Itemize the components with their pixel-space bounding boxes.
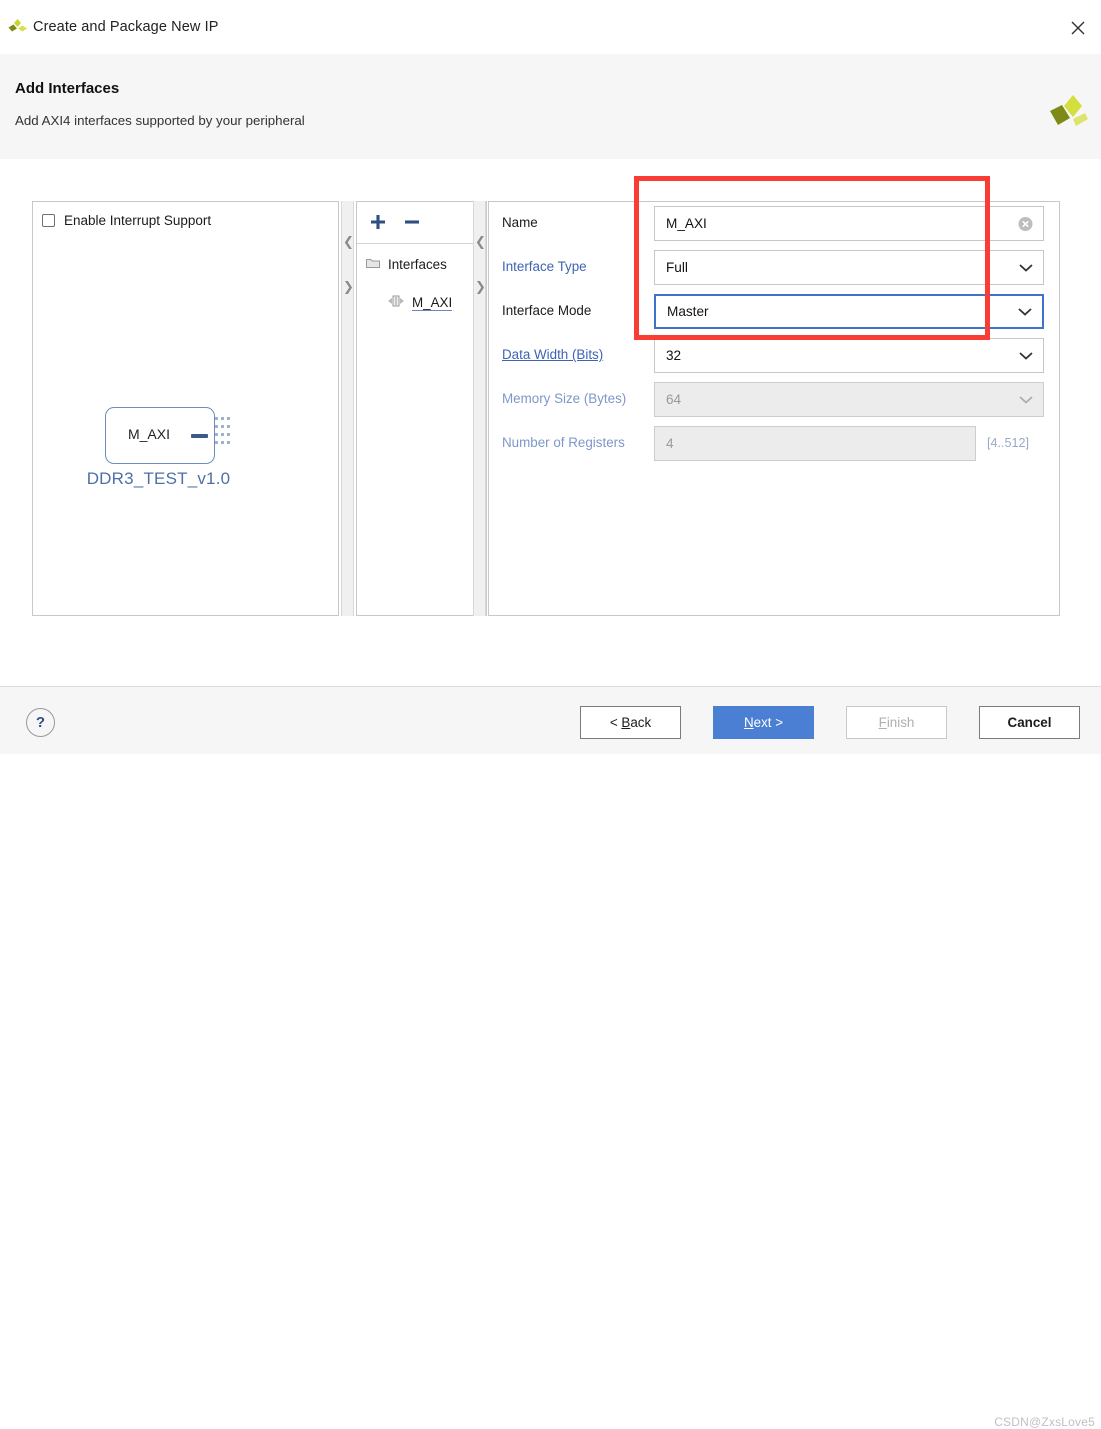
chevron-down-icon[interactable]	[1019, 351, 1033, 360]
checkbox-box[interactable]	[42, 214, 55, 227]
cancel-button-label: Cancel	[1007, 715, 1052, 730]
finish-button-label: Finish	[878, 715, 915, 730]
wizard-footer: ? < Back Next > Finish Cancel CSDN@ZxsLo…	[0, 686, 1101, 1429]
form-row-memory-size: Memory Size (Bytes) 64	[489, 378, 1059, 422]
number-of-registers-value: 4	[666, 436, 674, 451]
splitter-left[interactable]: ❮ ❯	[341, 201, 354, 616]
finish-button: Finish	[846, 706, 947, 739]
form-row-number-of-registers: Number of Registers 4 [4..512]	[489, 422, 1059, 466]
chevron-down-icon[interactable]	[1018, 307, 1032, 316]
chevron-left-icon[interactable]: ❮	[474, 236, 487, 249]
interface-type-select[interactable]: Full	[654, 250, 1044, 285]
interface-mode-label: Interface Mode	[502, 303, 592, 318]
data-width-value: 32	[666, 348, 682, 363]
add-interface-button[interactable]	[369, 213, 387, 234]
interface-type-value: Full	[666, 260, 688, 275]
memory-size-label: Memory Size (Bytes)	[502, 391, 627, 406]
interface-type-label: Interface Type	[502, 259, 587, 274]
window-title-bar: Create and Package New IP	[0, 0, 1101, 55]
remove-interface-button[interactable]	[403, 213, 421, 234]
name-label: Name	[502, 215, 538, 230]
page-title: Add Interfaces	[15, 80, 120, 97]
tree-item-m-axi[interactable]: M_AXI	[388, 294, 453, 311]
ip-block-diagram: M_AXI DDR3_TEST_v1.0	[83, 397, 293, 502]
tree-item-interfaces[interactable]: Interfaces	[366, 257, 447, 272]
chevron-down-icon	[1019, 395, 1033, 404]
data-width-select[interactable]: 32	[654, 338, 1044, 373]
xilinx-logo-icon	[1043, 94, 1089, 140]
back-button[interactable]: < Back	[580, 706, 681, 739]
number-of-registers-label: Number of Registers	[502, 435, 625, 450]
back-button-label: < Back	[609, 715, 652, 730]
interface-mode-value: Master	[667, 304, 709, 319]
ip-name-label: DDR3_TEST_v1.0	[86, 469, 231, 488]
clear-circle-icon[interactable]	[1018, 216, 1033, 231]
wizard-content: Enable Interrupt Support M_AXI DDR3_TEST…	[0, 159, 1101, 686]
checkbox-label: Enable Interrupt Support	[64, 213, 212, 228]
name-input[interactable]: M_AXI	[654, 206, 1044, 241]
enable-interrupt-support-checkbox[interactable]: Enable Interrupt Support	[42, 213, 211, 228]
memory-size-value: 64	[666, 392, 682, 407]
splitter-right[interactable]: ❮ ❯	[473, 201, 486, 616]
form-row-interface-type: Interface Type Full	[489, 246, 1059, 290]
ip-block-pins-icon	[215, 417, 231, 451]
data-width-label[interactable]: Data Width (Bits)	[502, 347, 603, 362]
number-of-registers-input: 4	[654, 426, 976, 461]
form-row-name: Name M_AXI	[489, 202, 1059, 246]
interface-properties-form: Name M_AXI Interface Type Full Interface…	[489, 202, 1059, 615]
chevron-right-icon[interactable]: ❯	[474, 281, 487, 294]
number-of-registers-range-hint: [4..512]	[987, 436, 1030, 450]
name-value: M_AXI	[666, 216, 707, 231]
memory-size-select: 64	[654, 382, 1044, 417]
interfaces-tree-panel: Interfaces M_AXI	[356, 201, 487, 616]
ip-block-shape: M_AXI	[105, 407, 215, 464]
interface-icon	[388, 294, 404, 311]
chevron-left-icon[interactable]: ❮	[342, 236, 355, 249]
help-button[interactable]: ?	[26, 708, 55, 737]
page-subtitle: Add AXI4 interfaces supported by your pe…	[15, 113, 305, 128]
close-icon[interactable]	[1063, 14, 1093, 42]
form-row-data-width: Data Width (Bits) 32	[489, 334, 1059, 378]
chevron-down-icon[interactable]	[1019, 263, 1033, 272]
interface-properties-panel: Name M_AXI Interface Type Full Interface…	[488, 201, 1060, 616]
cancel-button[interactable]: Cancel	[979, 706, 1080, 739]
ip-block-port-connector-icon	[191, 434, 208, 438]
ip-block-port-label: M_AXI	[127, 426, 170, 442]
interface-mode-select[interactable]: Master	[654, 294, 1044, 329]
form-row-interface-mode: Interface Mode Master	[489, 290, 1059, 334]
window-title: Create and Package New IP	[33, 19, 219, 35]
watermark-label: CSDN@ZxsLove5	[994, 1415, 1095, 1429]
tree-item-label: M_AXI	[412, 294, 453, 311]
xilinx-logo-icon	[8, 19, 28, 37]
page-header: Add Interfaces Add AXI4 interfaces suppo…	[0, 54, 1101, 159]
next-button[interactable]: Next >	[713, 706, 814, 739]
interrupt-and-diagram-panel: Enable Interrupt Support M_AXI DDR3_TEST…	[32, 201, 339, 616]
interfaces-toolbar	[357, 202, 486, 244]
tree-item-label: Interfaces	[388, 257, 447, 272]
chevron-right-icon[interactable]: ❯	[342, 281, 355, 294]
next-button-label: Next >	[743, 715, 784, 730]
folder-icon	[366, 257, 380, 272]
